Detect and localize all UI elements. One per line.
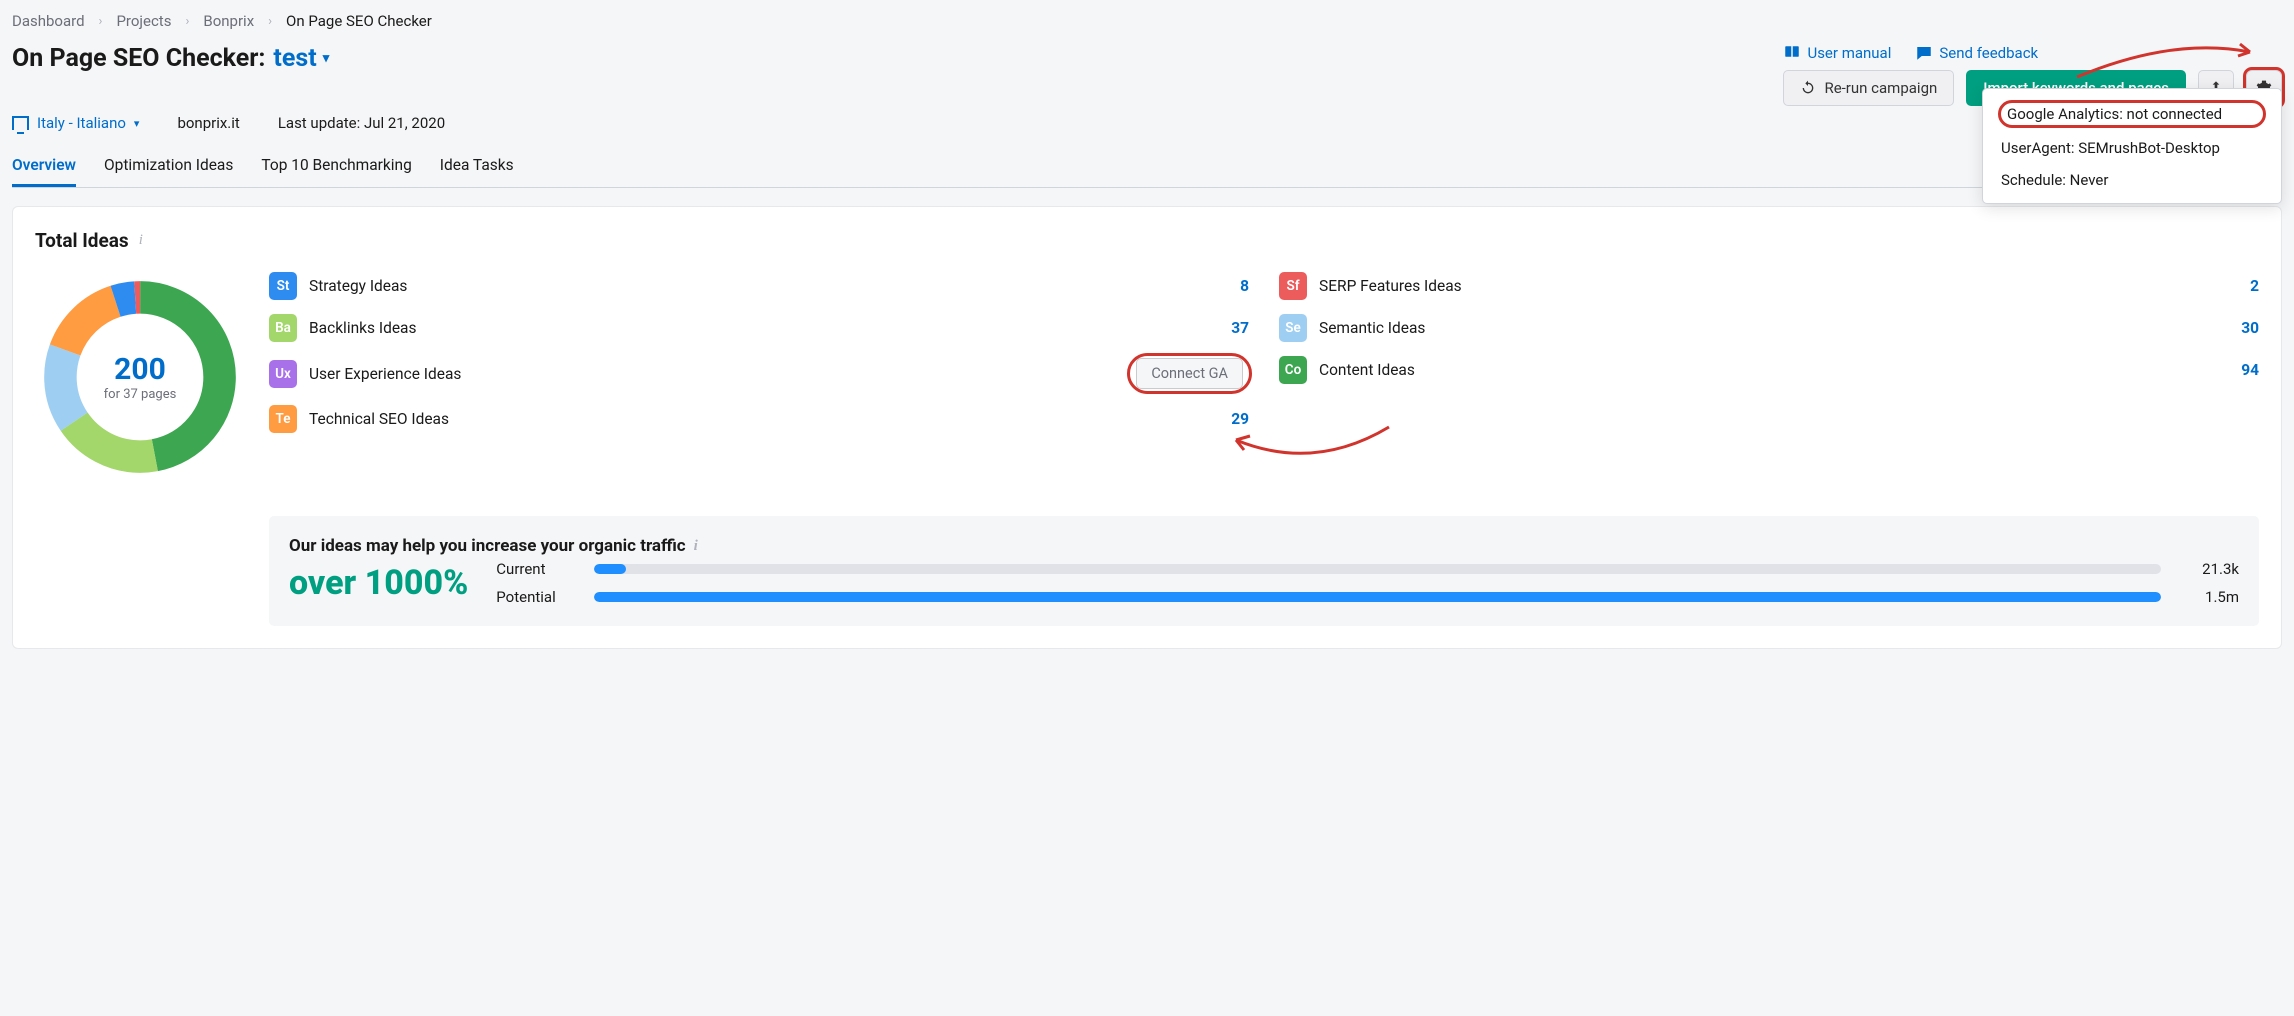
idea-row[interactable]: Ba Backlinks Ideas 37 <box>269 314 1249 342</box>
idea-count: 2 <box>2250 277 2259 295</box>
connect-ga-button[interactable]: Connect GA <box>1136 358 1243 389</box>
idea-badge: Se <box>1279 314 1307 342</box>
rerun-label: Re-run campaign <box>1824 79 1937 97</box>
idea-badge: Ba <box>269 314 297 342</box>
traffic-current-row: Current 21.3k <box>496 560 2239 578</box>
tab-top10-benchmarking[interactable]: Top 10 Benchmarking <box>261 146 411 187</box>
chevron-down-icon: ▾ <box>323 51 330 66</box>
last-update-label: Last update: Jul 21, 2020 <box>278 114 445 132</box>
idea-row[interactable]: St Strategy Ideas 8 <box>269 272 1249 300</box>
idea-label: Semantic Ideas <box>1319 319 1425 337</box>
breadcrumb: Dashboard › Projects › Bonprix › On Page… <box>12 12 2282 30</box>
idea-row[interactable]: Se Semantic Ideas 30 <box>1279 314 2259 342</box>
user-manual-label: User manual <box>1807 44 1891 62</box>
hint-headline: Our ideas may help you increase your org… <box>289 536 686 556</box>
total-ideas-sub: for 37 pages <box>104 387 177 402</box>
crumb-dashboard[interactable]: Dashboard <box>12 12 85 30</box>
idea-label: Technical SEO Ideas <box>309 410 449 428</box>
tab-idea-tasks[interactable]: Idea Tasks <box>440 146 514 187</box>
refresh-icon <box>1800 80 1816 96</box>
idea-count: 37 <box>1231 319 1249 337</box>
idea-count: 29 <box>1231 410 1249 428</box>
send-feedback-label: Send feedback <box>1939 44 2038 62</box>
title-prefix: On Page SEO Checker: <box>12 44 265 73</box>
idea-label: Strategy Ideas <box>309 277 407 295</box>
potential-bar <box>594 592 2161 602</box>
current-bar <box>594 564 2161 574</box>
idea-label: Backlinks Ideas <box>309 319 416 337</box>
speech-bubble-icon <box>1915 44 1933 62</box>
locale-selector[interactable]: Italy - Italiano ▾ <box>12 114 139 132</box>
current-value: 21.3k <box>2179 560 2239 578</box>
total-ideas-count: 200 <box>114 352 166 387</box>
idea-badge: Sf <box>1279 272 1307 300</box>
chevron-right-icon: › <box>268 14 272 29</box>
settings-ga-status[interactable]: Google Analytics: not connected <box>2001 103 2263 125</box>
total-ideas-card: Total Ideas i 200 for 37 pages St Strateg… <box>12 206 2282 649</box>
campaign-name: test <box>273 44 316 73</box>
locale-label: Italy - Italiano <box>37 114 126 132</box>
idea-label: SERP Features Ideas <box>1319 277 1462 295</box>
chevron-right-icon: › <box>185 14 189 29</box>
chevron-right-icon: › <box>99 14 103 29</box>
ideas-donut-chart: 200 for 37 pages <box>35 272 245 482</box>
current-label: Current <box>496 560 576 578</box>
user-manual-link[interactable]: User manual <box>1783 44 1891 62</box>
idea-badge: Co <box>1279 356 1307 384</box>
crumb-bonprix[interactable]: Bonprix <box>203 12 254 30</box>
settings-popover: Google Analytics: not connected UserAgen… <box>1982 88 2282 204</box>
page-title: On Page SEO Checker: test ▾ <box>12 44 329 73</box>
info-icon[interactable]: i <box>139 232 143 249</box>
idea-row[interactable]: Co Content Ideas 94 <box>1279 356 2259 384</box>
idea-row[interactable]: Ux User Experience Ideas Connect GA <box>269 356 1249 391</box>
crumb-current: On Page SEO Checker <box>286 12 432 30</box>
rerun-campaign-button[interactable]: Re-run campaign <box>1783 70 1954 106</box>
idea-row[interactable]: Sf SERP Features Ideas 2 <box>1279 272 2259 300</box>
idea-badge: Ux <box>269 360 297 388</box>
idea-count: 94 <box>2241 361 2259 379</box>
hint-percent: over 1000% <box>289 563 468 603</box>
tab-overview[interactable]: Overview <box>12 146 76 187</box>
traffic-potential-row: Potential 1.5m <box>496 588 2239 606</box>
idea-count: 30 <box>2241 319 2259 337</box>
potential-label: Potential <box>496 588 576 606</box>
settings-useragent[interactable]: UserAgent: SEMrushBot-Desktop <box>2001 139 2263 157</box>
domain-label: bonprix.it <box>177 114 239 132</box>
idea-badge: Te <box>269 405 297 433</box>
settings-schedule[interactable]: Schedule: Never <box>2001 171 2263 189</box>
traffic-hint-box: Our ideas may help you increase your org… <box>269 516 2259 626</box>
idea-label: User Experience Ideas <box>309 365 461 383</box>
connect-ga-highlight: Connect GA <box>1130 356 1249 391</box>
send-feedback-link[interactable]: Send feedback <box>1915 44 2038 62</box>
monitor-icon <box>12 116 29 130</box>
crumb-projects[interactable]: Projects <box>116 12 171 30</box>
book-icon <box>1783 44 1801 62</box>
card-title: Total Ideas <box>35 229 129 252</box>
idea-count: 8 <box>1240 277 1249 295</box>
tab-optimization-ideas[interactable]: Optimization Ideas <box>104 146 233 187</box>
idea-label: Content Ideas <box>1319 361 1415 379</box>
idea-row[interactable]: Te Technical SEO Ideas 29 <box>269 405 1249 433</box>
tabs: Overview Optimization Ideas Top 10 Bench… <box>12 146 2282 188</box>
idea-badge: St <box>269 272 297 300</box>
campaign-selector[interactable]: test ▾ <box>273 44 329 73</box>
info-icon[interactable]: i <box>694 538 698 555</box>
potential-value: 1.5m <box>2179 588 2239 606</box>
chevron-down-icon: ▾ <box>134 117 140 130</box>
